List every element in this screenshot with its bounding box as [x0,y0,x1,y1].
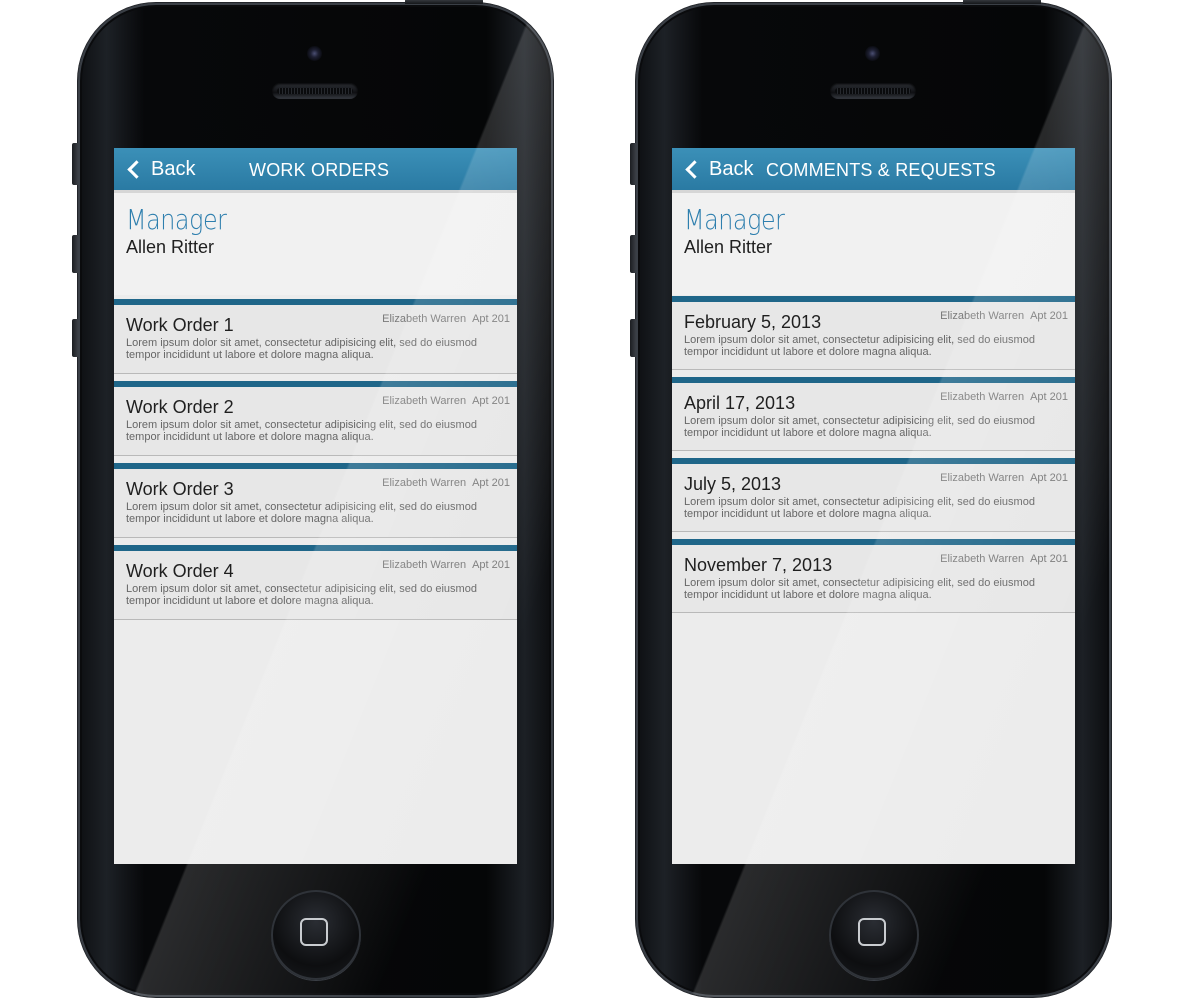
list-item[interactable]: Elizabeth Warren Apt 201 July 5, 2013 Lor… [672,458,1075,532]
back-button[interactable]: Back [684,148,753,190]
phone-comments-requests: Back COMMENTS & REQUESTS Manager Allen R… [630,0,1111,997]
item-body-line: tempor incididunt ut labore et dolore ma… [684,508,932,520]
item-body-line: tempor incididunt ut labore et dolore ma… [684,346,932,358]
item-body-line: Lorem ipsum dolor sit amet, consectetur … [684,496,1035,508]
list-item[interactable]: Elizabeth Warren Apt 201 Work Order 2 Lor… [114,381,517,456]
person-name: Allen Ritter [126,237,215,257]
back-label: Back [151,157,196,180]
phone-work-orders: Back WORK ORDERS Manager Allen Ritter El… [72,0,553,997]
apartment: Apt 201 [472,559,510,571]
item-body-line: tempor incididunt ut labore et dolore ma… [126,595,374,607]
item-body: Lorem ipsum dolor sit amet, consectetur … [126,501,505,525]
screen: Back WORK ORDERS Manager Allen Ritter El… [114,148,517,864]
item-body-line: Lorem ipsum dolor sit amet, consectetur … [684,415,1035,427]
chevron-left-icon [685,159,704,179]
item-meta: Elizabeth Warren Apt 201 [382,477,510,489]
apartment: Apt 201 [1030,472,1068,484]
apartment: Apt 201 [472,395,510,407]
apartment: Apt 201 [472,477,510,489]
volume-down-button [630,319,636,357]
profile-header: Manager Allen Ritter [114,193,517,295]
requester-name: Elizabeth Warren [940,310,1025,322]
requester-name: Elizabeth Warren [940,472,1025,484]
speaker-grille [272,83,358,99]
item-body-line: tempor incididunt ut labore et dolore ma… [684,589,932,601]
item-body-line: tempor incididunt ut labore et dolore ma… [126,513,374,525]
item-meta: Elizabeth Warren Apt 201 [940,310,1068,322]
item-meta: Elizabeth Warren Apt 201 [940,553,1068,565]
tenant-name: Elizabeth Warren [382,477,467,489]
requester-name: Elizabeth Warren [940,391,1025,403]
item-meta: Elizabeth Warren Apt 201 [382,559,510,571]
mute-switch [72,143,78,185]
requester-name: Elizabeth Warren [940,553,1025,565]
camera-icon [865,46,880,61]
navbar: Back COMMENTS & REQUESTS [672,148,1075,193]
list-item[interactable]: Elizabeth Warren Apt 201 February 5, 2013… [672,296,1075,370]
tenant-name: Elizabeth Warren [382,395,467,407]
tenant-name: Elizabeth Warren [382,313,467,325]
item-body: Lorem ipsum dolor sit amet, consectetur … [126,583,505,607]
item-body-line: tempor incididunt ut labore et dolore ma… [126,431,374,443]
page-title: COMMENTS & REQUESTS [766,160,996,180]
profile-header: Manager Allen Ritter [672,193,1075,295]
item-body-line: Lorem ipsum dolor sit amet, consectetur … [126,501,477,513]
navbar: Back WORK ORDERS [114,148,517,193]
role-label: Manager [684,203,785,236]
item-body-line: Lorem ipsum dolor sit amet, consectetur … [126,337,477,349]
tenant-name: Elizabeth Warren [382,559,467,571]
item-meta: Elizabeth Warren Apt 201 [940,391,1068,403]
item-meta: Elizabeth Warren Apt 201 [382,313,510,325]
back-button[interactable]: Back [126,148,195,190]
item-body: Lorem ipsum dolor sit amet, consectetur … [684,577,1063,601]
item-body-line: Lorem ipsum dolor sit amet, consectetur … [126,583,477,595]
mute-switch [630,143,636,185]
mockup-stage: Back WORK ORDERS Manager Allen Ritter El… [0,0,1200,1000]
chevron-left-icon [127,159,146,179]
item-body: Lorem ipsum dolor sit amet, consectetur … [684,496,1063,520]
power-button [963,0,1041,4]
apartment: Apt 201 [1030,553,1068,565]
item-meta: Elizabeth Warren Apt 201 [940,472,1068,484]
item-body-line: tempor incididunt ut labore et dolore ma… [126,349,374,361]
home-button[interactable] [829,890,919,980]
item-body: Lorem ipsum dolor sit amet, consectetur … [684,334,1063,358]
page-title: WORK ORDERS [249,160,390,180]
item-body: Lorem ipsum dolor sit amet, consectetur … [126,419,505,443]
person-name: Allen Ritter [684,237,773,257]
list-item[interactable]: Elizabeth Warren Apt 201 April 17, 2013 L… [672,377,1075,451]
camera-icon [307,46,322,61]
list-item[interactable]: Elizabeth Warren Apt 201 Work Order 1 Lor… [114,299,517,374]
volume-up-button [72,235,78,273]
power-button [405,0,483,4]
volume-up-button [630,235,636,273]
list-item[interactable]: Elizabeth Warren Apt 201 Work Order 3 Lor… [114,463,517,538]
item-body-line: Lorem ipsum dolor sit amet, consectetur … [684,577,1035,589]
speaker-grille [830,83,916,99]
apartment: Apt 201 [1030,310,1068,322]
item-body-line: Lorem ipsum dolor sit amet, consectetur … [684,334,1035,346]
item-body-line: Lorem ipsum dolor sit amet, consectetur … [126,419,477,431]
item-body: Lorem ipsum dolor sit amet, consectetur … [684,415,1063,439]
list-item[interactable]: Elizabeth Warren Apt 201 Work Order 4 Lor… [114,545,517,620]
volume-down-button [72,319,78,357]
screen: Back COMMENTS & REQUESTS Manager Allen R… [672,148,1075,864]
apartment: Apt 201 [472,313,510,325]
item-meta: Elizabeth Warren Apt 201 [382,395,510,407]
apartment: Apt 201 [1030,391,1068,403]
role-label: Manager [126,203,227,236]
item-body-line: tempor incididunt ut labore et dolore ma… [684,427,932,439]
home-button[interactable] [271,890,361,980]
item-body: Lorem ipsum dolor sit amet, consectetur … [126,337,505,361]
list-item[interactable]: Elizabeth Warren Apt 201 November 7, 2013… [672,539,1075,613]
back-label: Back [709,157,754,180]
